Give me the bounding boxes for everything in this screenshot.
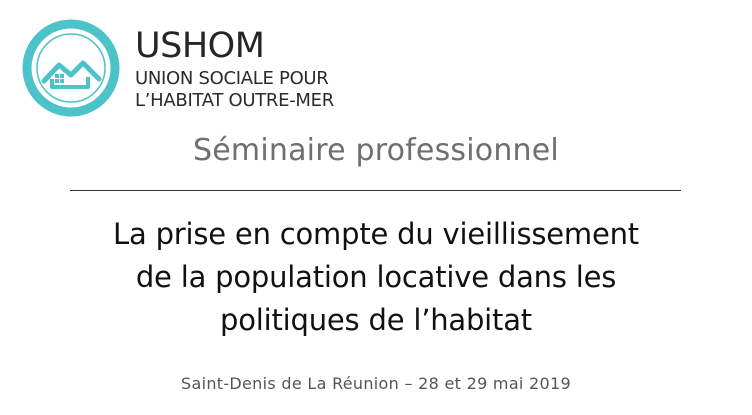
main-title: La prise en compte du vieillissement de … xyxy=(40,213,712,342)
event-location-date: Saint-Denis de La Réunion – 28 et 29 mai… xyxy=(181,374,571,393)
brand-name: USHOM xyxy=(135,26,265,66)
brand-subtitle-line-1: UNION SOCIALE POUR xyxy=(135,68,329,89)
brand-subtitle-line-2: L’HABITAT OUTRE-MER xyxy=(135,90,334,111)
title-line-2: de la population locative dans les xyxy=(135,260,617,294)
seminar-label: Séminaire professionnel xyxy=(193,133,559,168)
divider-line xyxy=(70,190,681,191)
brand-block: USHOM UNION SOCIALE POUR L’HABITAT OUTRE… xyxy=(135,28,334,112)
title-line-1: La prise en compte du vieillissement xyxy=(113,217,639,251)
ushom-logo-icon xyxy=(22,19,120,117)
title-line-3: politiques de l’habitat xyxy=(220,303,532,337)
